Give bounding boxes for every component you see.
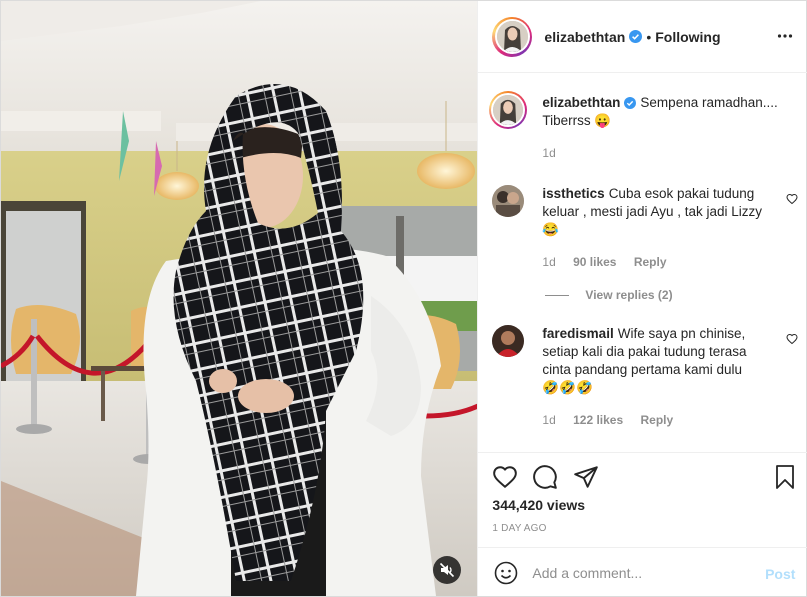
caption: elizabethtan Sempena ramadhan.... Tiberrs… — [489, 91, 792, 162]
author-photo — [496, 21, 528, 52]
post-header: elizabethtan • Following — [478, 1, 807, 73]
view-replies-line — [545, 294, 570, 296]
comment-meta: 1d 90 likes Reply — [542, 253, 762, 271]
post-side-panel: elizabethtan • Following elizabethtan Se… — [477, 1, 807, 597]
reply-button[interactable]: Reply — [641, 413, 674, 427]
heart-icon[interactable] — [492, 464, 518, 490]
verified-badge-icon — [629, 30, 643, 43]
following-button[interactable]: Following — [655, 29, 720, 45]
comment-body: faredismail Wife saya pn chinise, setiap … — [542, 325, 762, 429]
post-actions: 344,420 views 1 DAY AGO Post — [478, 452, 807, 597]
post-comment-button[interactable]: Post — [765, 566, 795, 582]
commenter-avatar[interactable] — [492, 325, 525, 357]
view-count[interactable]: 344,420 views — [492, 497, 585, 513]
view-replies-label: View replies (2) — [585, 288, 673, 302]
more-options-icon[interactable] — [777, 28, 793, 44]
muted-speaker-icon — [439, 562, 455, 578]
comment-item: issthetics Cuba esok pakai tudung keluar … — [492, 185, 798, 271]
comment-time[interactable]: 1d — [542, 413, 555, 427]
comment-username[interactable]: issthetics — [542, 186, 604, 201]
reply-button[interactable]: Reply — [634, 255, 667, 269]
comment-likes[interactable]: 90 likes — [573, 255, 616, 269]
add-comment-bar: Post — [478, 547, 807, 597]
verified-badge-icon — [624, 97, 637, 109]
comment-body: issthetics Cuba esok pakai tudung keluar … — [542, 185, 762, 271]
like-comment-heart-icon[interactable] — [786, 193, 798, 205]
comment-likes[interactable]: 122 likes — [573, 413, 623, 427]
comment-time[interactable]: 1d — [542, 255, 555, 269]
comments-list[interactable]: elizabethtan Sempena ramadhan.... Tiberrs… — [478, 74, 807, 452]
commenter-photo — [492, 325, 525, 357]
mute-toggle-button[interactable] — [433, 556, 461, 584]
view-replies-button[interactable]: View replies (2) — [545, 288, 673, 302]
video-frame — [1, 1, 478, 596]
caption-author-photo — [493, 95, 524, 125]
caption-avatar[interactable] — [489, 91, 528, 129]
share-icon[interactable] — [573, 464, 599, 490]
author-avatar[interactable] — [492, 16, 533, 57]
caption-meta: 1d — [542, 144, 782, 162]
comment-item: faredismail Wife saya pn chinise, setiap … — [492, 325, 798, 429]
comment-username[interactable]: faredismail — [542, 326, 613, 341]
instagram-post-modal: elizabethtan • Following elizabethtan Se… — [0, 0, 807, 597]
comment-meta: 1d 122 likes Reply — [542, 411, 762, 429]
caption-time[interactable]: 1d — [542, 146, 555, 160]
commenter-avatar[interactable] — [492, 185, 525, 217]
bookmark-icon[interactable] — [773, 464, 797, 490]
comment-input[interactable] — [532, 565, 753, 581]
comment-icon[interactable] — [532, 464, 558, 490]
commenter-photo — [492, 185, 525, 217]
post-timestamp[interactable]: 1 DAY AGO — [492, 523, 546, 534]
post-video[interactable] — [1, 1, 478, 596]
author-username[interactable]: elizabethtan — [544, 29, 625, 45]
caption-body: elizabethtan Sempena ramadhan.... Tiberrs… — [542, 94, 782, 162]
like-comment-heart-icon[interactable] — [786, 333, 798, 345]
caption-username[interactable]: elizabethtan — [542, 95, 620, 110]
emoji-icon[interactable] — [494, 561, 518, 585]
header-separator: • — [646, 28, 652, 45]
